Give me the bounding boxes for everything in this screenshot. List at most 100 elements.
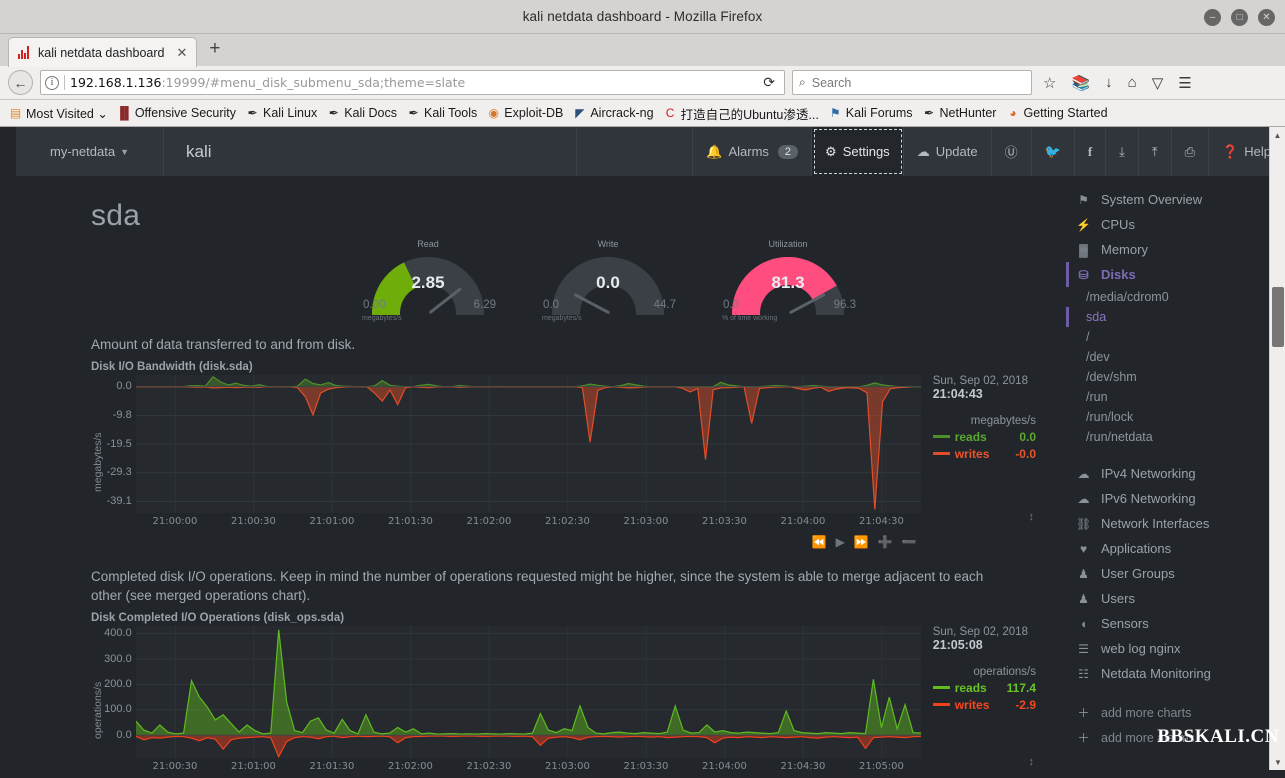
search-input[interactable]: Search [812, 76, 852, 90]
bookmark-item[interactable]: ✒Kali Tools [402, 106, 481, 121]
bookmark-label: Offensive Security [135, 106, 236, 120]
downloads-icon[interactable]: ↓ [1101, 74, 1117, 91]
sidebar-item-ipv6-networking[interactable]: ☁IPv6 Networking [1056, 486, 1269, 511]
y-axis-tick: -19.5 [107, 438, 132, 450]
scroll-down-icon[interactable]: ▼ [1270, 754, 1285, 770]
sidebar-item-applications[interactable]: ♥Applications [1056, 536, 1269, 561]
sidebar-spacer [1056, 447, 1269, 461]
gauge-label: Read [368, 239, 488, 249]
chart-area: megabytes/s 0.0-9.8-19.5-29.3-39.1 21:00… [91, 375, 1036, 549]
pocket-icon[interactable]: ▽ [1148, 74, 1168, 92]
sidebar-subitem--run-lock[interactable]: /run/lock [1056, 407, 1269, 427]
legend-row-writes[interactable]: writes -2.9 [933, 698, 1036, 712]
chart-svg[interactable] [136, 626, 921, 758]
sidebar-subitem--dev-shm[interactable]: /dev/shm [1056, 367, 1269, 387]
legend-value-reads: 117.4 [1007, 681, 1036, 695]
reload-icon[interactable]: ⟳ [758, 74, 780, 91]
sidebar-item-ipv4-networking[interactable]: ☁IPv4 Networking [1056, 461, 1269, 486]
chart-plot[interactable]: 21:00:0021:00:3021:01:0021:01:3021:02:00… [136, 375, 921, 549]
browser-tab[interactable]: kali netdata dashboard ✕ [8, 37, 197, 67]
url-bar[interactable]: i 192.168.1.136:19999/#menu_disk_submenu… [40, 70, 785, 95]
sidebar-subitem-sda[interactable]: sda [1056, 307, 1269, 327]
zoom-out-icon[interactable]: ➖ [902, 535, 917, 549]
sidebar-subitem--[interactable]: / [1056, 327, 1269, 347]
sidebar-item-network-interfaces[interactable]: ⛓Network Interfaces [1056, 511, 1269, 536]
nav-print[interactable]: ⎙ [1172, 127, 1209, 176]
gauge-read[interactable]: Read2.850.006.29megabytes/s [368, 251, 488, 315]
zoom-in-icon[interactable]: ➕ [878, 535, 893, 549]
gauge-utilization[interactable]: Utilization81.30.096.3% of time working [728, 251, 848, 315]
page-scrollbar[interactable]: ▲ ▼ [1269, 127, 1285, 770]
window-controls: – □ ✕ [1204, 0, 1275, 34]
minimize-button[interactable]: – [1204, 9, 1221, 26]
legend-row-reads[interactable]: reads 0.0 [933, 430, 1036, 444]
library-icon[interactable]: 📚 [1067, 74, 1094, 92]
bookmark-item[interactable]: ▤Most Visited ⌄ [4, 106, 112, 121]
maximize-button[interactable]: □ [1231, 9, 1248, 26]
bookmark-item[interactable]: ✒Kali Linux [241, 106, 321, 121]
sidebar-subitem--run[interactable]: /run [1056, 387, 1269, 407]
sidebar-item-disks[interactable]: ⛁Disks [1056, 262, 1269, 287]
sidebar-item-users[interactable]: ♟Users [1056, 586, 1269, 611]
sidebar-item-system-overview[interactable]: ⚑System Overview [1056, 187, 1269, 212]
nav-facebook[interactable]: f [1075, 127, 1106, 176]
sidebar-item-cpus[interactable]: ⚡CPUs [1056, 212, 1269, 237]
bookmark-item[interactable]: ◉Exploit-DB [482, 106, 567, 121]
sidebar-subitem--media-cdrom0[interactable]: /media/cdrom0 [1056, 287, 1269, 307]
bookmark-item[interactable]: ▐▌Offensive Security [113, 106, 240, 121]
sidebar-item-web-log-nginx[interactable]: ☰web log nginx [1056, 636, 1269, 661]
home-icon[interactable]: ⌂ [1124, 74, 1141, 91]
forward-icon[interactable]: ⏩ [854, 535, 869, 549]
hamburger-menu-icon[interactable]: ☰ [1174, 74, 1195, 92]
nav-github[interactable]: Ⓤ [992, 127, 1032, 176]
nav-export[interactable]: ⤒ [1139, 127, 1172, 176]
sidebar-add-more-charts[interactable]: ＋add more charts [1056, 700, 1269, 725]
close-button[interactable]: ✕ [1258, 9, 1275, 26]
resize-icon[interactable]: ↕ [1029, 511, 1035, 523]
bookmark-item[interactable]: ◤Aircrack-ng [568, 106, 657, 121]
chart-plot[interactable]: 21:00:3021:01:0021:01:3021:02:0021:02:30… [136, 626, 921, 770]
gauge-min-value: 0.00 [363, 299, 385, 311]
gear-icon: ⚙ [825, 144, 837, 160]
rewind-icon[interactable]: ⏪ [812, 535, 827, 549]
netdata-brand-menu[interactable]: my-netdata ▼ [16, 127, 164, 176]
resize-icon[interactable]: ↕ [1029, 756, 1035, 768]
y-axis-tick: -29.3 [107, 466, 132, 478]
sidebar-subitem--dev[interactable]: /dev [1056, 347, 1269, 367]
bookmark-item[interactable]: ✒Kali Docs [322, 106, 401, 121]
tab-close-icon[interactable]: ✕ [176, 45, 187, 61]
nav-twitter[interactable]: 🐦 [1032, 127, 1075, 176]
sidebar-subitem--run-netdata[interactable]: /run/netdata [1056, 427, 1269, 447]
scroll-up-icon[interactable]: ▲ [1270, 127, 1285, 143]
bookmark-item[interactable]: ◕Getting Started [1001, 106, 1111, 121]
sidebar-item-netdata-monitoring[interactable]: ☷Netdata Monitoring [1056, 661, 1269, 686]
bookmark-star-icon[interactable]: ☆ [1039, 74, 1060, 92]
sidebar-item-user-groups[interactable]: ♟User Groups [1056, 561, 1269, 586]
sidebar-item-sensors[interactable]: ◖Sensors [1056, 611, 1269, 636]
sidebar-item-memory[interactable]: ▓Memory [1056, 237, 1269, 262]
chart-svg[interactable] [136, 375, 921, 513]
play-icon[interactable]: ▶ [836, 535, 845, 549]
bookmark-item[interactable]: ✒NetHunter [917, 106, 1000, 121]
x-axis-tick: 21:04:00 [702, 761, 747, 770]
x-axis-tick: 21:01:30 [309, 761, 354, 770]
legend-row-writes[interactable]: writes -0.0 [933, 447, 1036, 461]
gauge-write[interactable]: Write0.00.044.7megabytes/s [548, 251, 668, 315]
bookmark-item[interactable]: ⚑Kali Forums [824, 106, 917, 121]
nav-update[interactable]: ☁ Update [904, 127, 992, 176]
nav-alarms[interactable]: 🔔 Alarms 2 [692, 127, 812, 176]
back-button[interactable]: ← [8, 70, 33, 95]
nav-settings[interactable]: ⚙ Settings [812, 127, 904, 176]
chart-legend: Sun, Sep 02, 2018 21:05:08 operations/s … [921, 626, 1036, 770]
nav-import[interactable]: ⤓ [1106, 127, 1139, 176]
import-icon: ⤓ [1119, 144, 1125, 160]
gauge-max-value: 96.3 [834, 299, 856, 311]
bookmark-item[interactable]: C打造自己的Ubuntu渗透... [659, 104, 823, 123]
site-info-icon[interactable]: i [45, 76, 59, 90]
scrollbar-thumb[interactable] [1272, 287, 1284, 347]
search-icon: ⌕ [799, 75, 806, 90]
facebook-icon: f [1088, 144, 1092, 160]
legend-row-reads[interactable]: reads 117.4 [933, 681, 1036, 695]
new-tab-button[interactable]: + [197, 38, 230, 62]
search-bar[interactable]: ⌕ Search [792, 70, 1032, 95]
